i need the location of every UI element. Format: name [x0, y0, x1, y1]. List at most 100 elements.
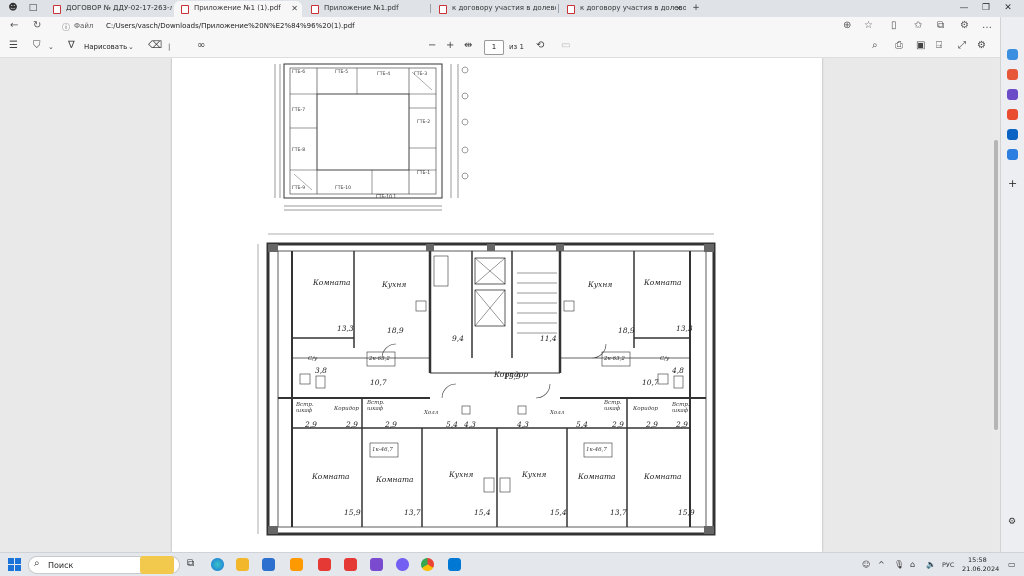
gtb-label: ГТБ-10.1 [376, 195, 397, 200]
area-value: 2,9 [346, 420, 358, 429]
search-sidebar-icon[interactable] [1007, 49, 1018, 60]
office-icon[interactable] [1007, 109, 1018, 120]
close-tab-icon[interactable]: ✕ [675, 1, 682, 16]
room-area: 15,9 [344, 508, 361, 517]
tab-dogovor[interactable]: ДОГОВОР № ДДУ-02-17-263-л [46, 1, 172, 17]
print-icon[interactable]: ⎙ [895, 40, 903, 51]
room-area: 13,7 [610, 508, 627, 517]
tab-actions-icon[interactable]: □ [23, 1, 43, 16]
refresh-icon[interactable]: ↻ [33, 20, 41, 31]
room-area: 13,3 [676, 324, 693, 333]
sidebar-settings-icon[interactable]: ⚙ [1008, 517, 1016, 527]
address-bar: ← ↻ ⓘ Файл C:/Users/vasch/Downloads/Прил… [0, 17, 1024, 37]
search-icon[interactable]: ⌕ [872, 40, 878, 51]
yandex-browser-icon[interactable] [344, 558, 357, 571]
clock-date[interactable]: 21.06.2024 [962, 565, 999, 573]
clock-time[interactable]: 15:58 [968, 556, 987, 564]
pdf-toolbar: ☰ ⛉ ⌄ ∇ Нарисовать ⌄ ⌫ | ∞ − + ⇹ 1 из 1 … [0, 37, 1000, 58]
favorite-star-icon[interactable]: ☆ [864, 20, 873, 31]
outlook-icon[interactable] [1007, 129, 1018, 140]
more-menu-icon[interactable]: … [982, 20, 992, 31]
network-icon[interactable]: ⌂ [910, 560, 915, 569]
yandex-icon[interactable] [318, 558, 331, 571]
volume-icon[interactable]: 🔈 [926, 560, 936, 569]
page-number-input[interactable]: 1 [484, 40, 504, 55]
favorites-icon[interactable]: ✩ [914, 20, 922, 31]
gtb-label: ГТБ-9 [292, 186, 306, 191]
profile-icon[interactable]: ☻ [3, 1, 23, 16]
tools-icon[interactable] [1007, 69, 1018, 80]
app-icon-1[interactable] [290, 558, 303, 571]
restore-icon[interactable]: ❐ [976, 1, 996, 16]
eraser-icon[interactable]: ⌫ [148, 40, 162, 51]
shopping-icon[interactable] [1007, 149, 1018, 160]
floor-plan-drawing [257, 63, 716, 536]
settings-icon[interactable]: ⚙ [977, 40, 986, 51]
area-value: 2,9 [612, 420, 624, 429]
app-icon-2[interactable] [370, 558, 383, 571]
draw-icon[interactable]: ∇ [68, 40, 75, 51]
language-indicator[interactable]: РУС [942, 561, 954, 569]
url-field[interactable]: C:/Users/vasch/Downloads/Приложение%20N%… [106, 22, 355, 30]
edge-icon[interactable] [211, 558, 224, 571]
tab-dogovor-uchastiya-2[interactable]: к договору участия в долевом ✕ [560, 1, 686, 17]
save-as-icon[interactable]: ⍈ [936, 40, 942, 51]
room-area: 15,4 [474, 508, 491, 517]
zoom-in-icon[interactable]: + [446, 40, 454, 51]
tab-prilozhenie-1[interactable]: Приложение №1.pdf [304, 1, 428, 17]
gtb-label: ГТБ-10 [335, 186, 351, 191]
minimize-icon[interactable]: — [954, 1, 974, 16]
scrollbar-thumb[interactable] [994, 140, 998, 430]
area-value: 4,8 [672, 366, 684, 375]
tab-dogovor-uchastiya-1[interactable]: к договору участия в долевом [432, 1, 556, 17]
read-aloud-icon[interactable]: ∞ [197, 40, 205, 51]
close-window-icon[interactable]: ✕ [998, 1, 1018, 16]
room-name: Комната [376, 475, 414, 484]
pdf-icon [181, 5, 189, 14]
store-icon[interactable] [262, 558, 275, 571]
taskbar-search-label: Поиск [48, 561, 74, 570]
room-type-label: Холл [550, 410, 565, 416]
search-highlight-image[interactable] [140, 556, 174, 574]
games-icon[interactable] [1007, 89, 1018, 100]
collections-icon[interactable]: ⧉ [937, 20, 944, 31]
notifications-icon[interactable]: ▭ [1008, 560, 1016, 569]
add-icon[interactable]: + [1008, 177, 1017, 190]
taskbar: ⌕ Поиск ⧉ ☺ ^ 🎙 ⌂ 🔈 РУС 15:58 21.06.2024… [0, 552, 1024, 576]
zoom-icon[interactable]: ⊕ [843, 20, 851, 31]
chevron-up-icon[interactable]: ^ [878, 560, 885, 569]
extensions-icon[interactable]: ⚙ [960, 20, 969, 31]
contents-icon[interactable]: ☰ [9, 40, 18, 51]
tab-bar: ☻ □ ДОГОВОР № ДДУ-02-17-263-л Приложение… [0, 0, 1024, 17]
windows-start-icon[interactable] [8, 558, 21, 571]
search-icon: ⌕ [34, 558, 40, 569]
back-icon[interactable]: ← [10, 20, 18, 31]
fullscreen-icon[interactable]: ⤢ [958, 40, 966, 51]
chevron-down-icon[interactable]: ⌄ [128, 43, 134, 51]
page-view-icon[interactable]: ▭ [561, 40, 570, 51]
tab-prilozhenie-1-1[interactable]: Приложение №1 (1).pdf ✕ [174, 1, 302, 17]
highlight-icon[interactable]: ⛉ [33, 40, 41, 51]
draw-label[interactable]: Нарисовать [84, 43, 127, 51]
gtb-label: ГТБ-7 [292, 108, 306, 113]
split-screen-icon[interactable]: ▯ [891, 20, 897, 31]
chevron-down-icon[interactable]: ⌄ [48, 43, 54, 51]
chrome-icon[interactable] [421, 558, 434, 571]
room-area: 13,3 [337, 324, 354, 333]
app-icon-3[interactable] [448, 558, 461, 571]
area-value: 2,9 [385, 420, 397, 429]
close-tab-icon[interactable]: ✕ [291, 1, 298, 16]
rotate-icon[interactable]: ⟲ [536, 40, 544, 51]
area-value: 3,8 [315, 366, 327, 375]
viber-icon[interactable] [396, 558, 409, 571]
fit-page-icon[interactable]: ⇹ [464, 40, 472, 51]
new-tab-icon[interactable]: + [686, 1, 706, 16]
room-area: 15,9 [504, 372, 521, 381]
microphone-icon[interactable]: 🎙 [894, 560, 904, 569]
file-explorer-icon[interactable] [236, 558, 249, 571]
zoom-out-icon[interactable]: − [428, 40, 436, 51]
info-icon[interactable]: ⓘ [62, 22, 70, 33]
task-view-icon[interactable]: ⧉ [187, 558, 200, 571]
user-icon[interactable]: ☺ [862, 560, 870, 569]
save-icon[interactable]: ▣ [916, 40, 925, 51]
